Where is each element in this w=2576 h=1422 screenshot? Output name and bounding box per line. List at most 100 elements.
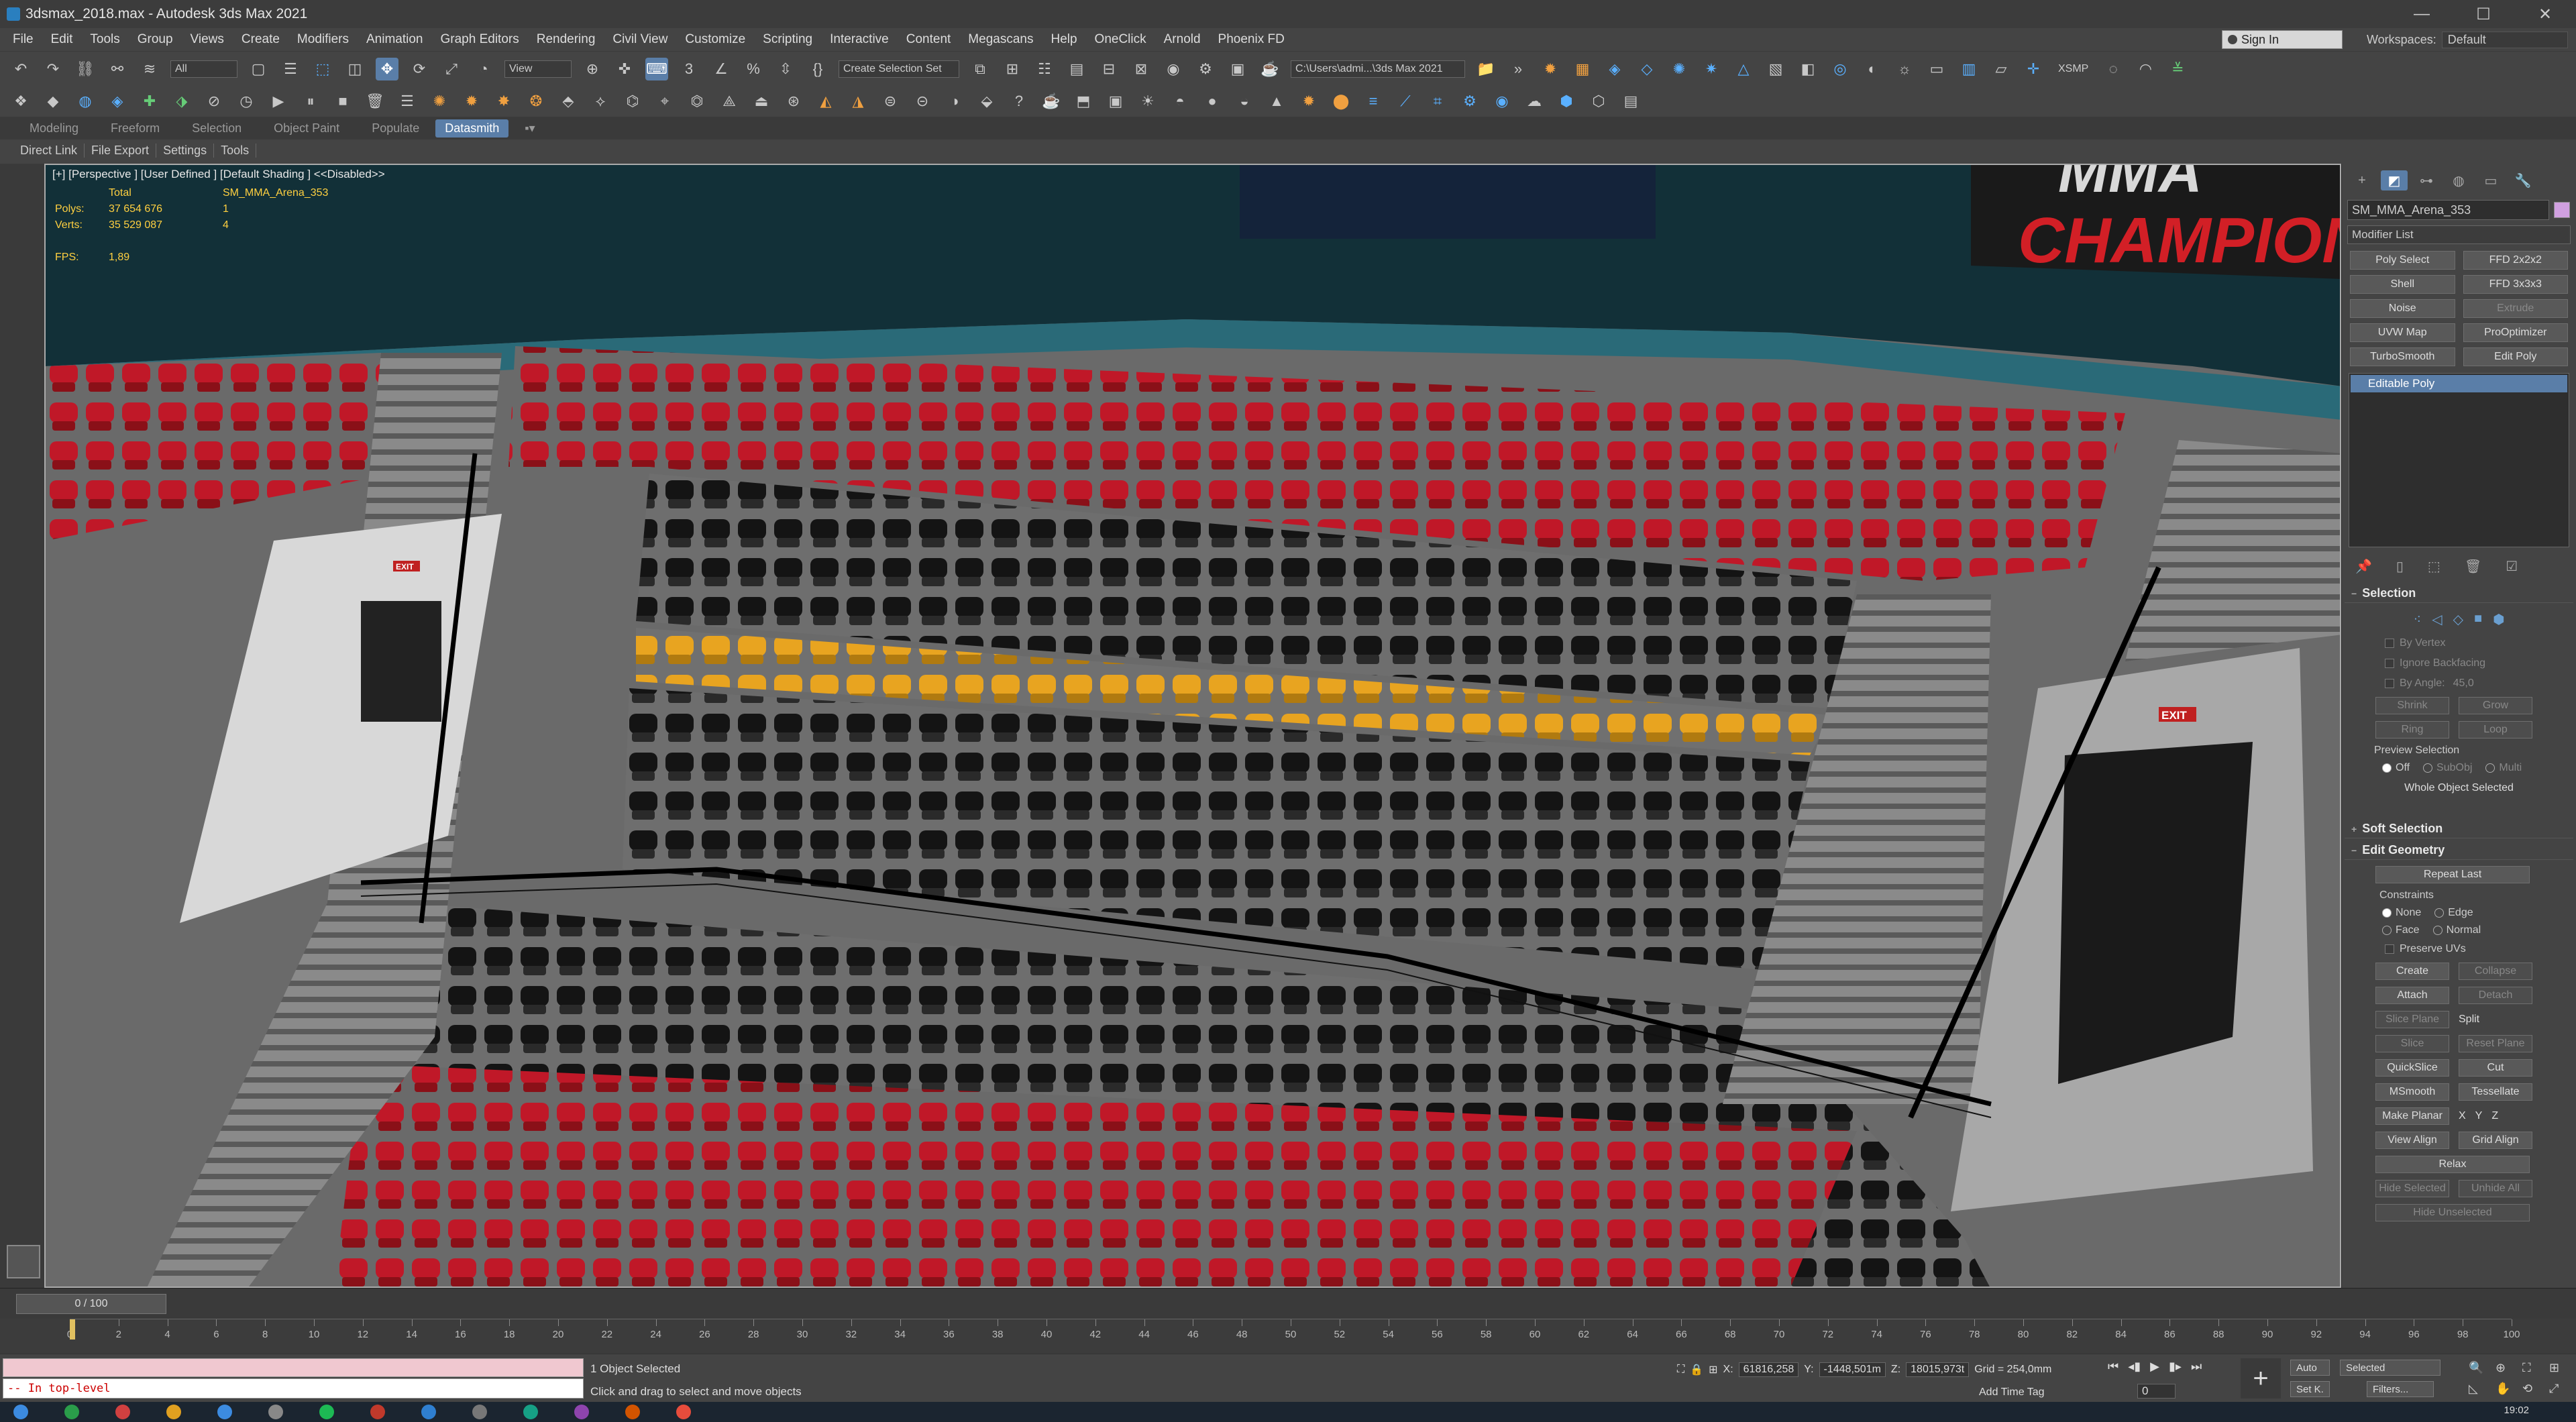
tool-c-icon[interactable]: ⌬ [621, 90, 644, 113]
mod-extrude-button[interactable]: Extrude [2463, 299, 2568, 318]
select-by-name-icon[interactable]: ☰ [279, 58, 302, 80]
vray-plane-icon[interactable]: ⌗ [1426, 90, 1449, 113]
mod-prooptimizer-button[interactable]: ProOptimizer [2463, 323, 2568, 342]
vray-sphere-icon[interactable]: ● [1201, 90, 1224, 113]
fov-icon[interactable]: ◺ [2469, 1382, 2489, 1396]
list-icon[interactable]: ☰ [396, 90, 419, 113]
vray-fur-icon[interactable]: ≡ [1362, 90, 1385, 113]
tool-i-icon[interactable]: ◭ [814, 90, 837, 113]
isolate-icon[interactable]: ⛶ [1677, 1364, 1684, 1376]
z-coordinate[interactable]: 18015,973t [1906, 1362, 1970, 1377]
render-region-icon[interactable]: ▣ [1104, 90, 1127, 113]
by-angle-spinner[interactable]: 45,0 [2453, 677, 2474, 690]
snaps-toggle-icon[interactable]: 3 [678, 58, 700, 80]
rendered-frame-icon[interactable]: ▣ [1226, 58, 1249, 80]
play-animation-icon[interactable]: ▶ [2150, 1360, 2159, 1374]
motion-tab-icon[interactable]: ◍ [2445, 170, 2472, 190]
menu-phoenix-fd[interactable]: Phoenix FD [1210, 32, 1293, 47]
vray-light-icon[interactable]: ☀ [1136, 90, 1159, 113]
play-icon[interactable]: ▶ [267, 90, 290, 113]
vertex-icon[interactable]: ⁖ [2413, 611, 2421, 628]
sign-in-dropdown[interactable]: Sign In [2222, 30, 2343, 49]
xsmp-icon-1[interactable]: ◌ [2102, 58, 2125, 80]
phoenix-liquid-icon[interactable]: ◇ [1635, 58, 1658, 80]
constraint-none-radio[interactable]: None [2382, 907, 2421, 919]
phoenix-extra-icon[interactable]: ✛ [2022, 58, 2045, 80]
current-frame-marker[interactable] [70, 1319, 75, 1339]
y-coordinate[interactable]: -1448,501m [1819, 1362, 1886, 1377]
phoenix-light-icon[interactable]: ☼ [1893, 58, 1916, 80]
zoom-extents-all-icon[interactable]: ⊞ [2549, 1361, 2569, 1375]
hierarchy-tab-icon[interactable]: ⊶ [2413, 170, 2440, 190]
mod-poly-select-button[interactable]: Poly Select [2350, 251, 2455, 270]
menu-animation[interactable]: Animation [358, 32, 432, 47]
repeat-last-button[interactable]: Repeat Last [2375, 866, 2530, 883]
phoenix-simulator-icon[interactable]: ▧ [1764, 58, 1787, 80]
tool-a-icon[interactable]: ⬘ [557, 90, 580, 113]
ribbon-tab-freeform[interactable]: Freeform [95, 121, 176, 135]
go-to-end-icon[interactable]: ⏭ [2191, 1360, 2202, 1374]
vray-proxy-icon[interactable]: ⟋ [1394, 90, 1417, 113]
selection-filter-dropdown[interactable]: All [170, 60, 237, 78]
link-info-icon[interactable]: ⊘ [203, 90, 225, 113]
track-bar[interactable]: 0246810121416182022242628303234363840424… [0, 1319, 2576, 1354]
by-angle-row[interactable]: By Angle: 45,0 [2342, 673, 2576, 694]
edge-icon[interactable]: ◁ [2432, 611, 2442, 628]
tool-n-icon[interactable]: ⬙ [975, 90, 998, 113]
taskbar-app-icon[interactable] [115, 1405, 130, 1419]
phoenix-source-icon[interactable]: ✺ [1668, 58, 1690, 80]
remove-modifier-icon[interactable]: 🗑 [2465, 558, 2481, 575]
spinner-snap-icon[interactable]: ⇳ [774, 58, 797, 80]
phoenix-plane-icon[interactable]: ▱ [1990, 58, 2012, 80]
phoenix-tex-icon[interactable]: ◧ [1796, 58, 1819, 80]
scene-explorer-icon[interactable]: ❖ [9, 90, 32, 113]
slice-plane-button[interactable]: Slice Plane [2375, 1011, 2449, 1028]
mod-edit-poly-button[interactable]: Edit Poly [2463, 347, 2568, 366]
pan-icon[interactable]: ✋ [2496, 1382, 2516, 1396]
taskbar-app-icon[interactable] [268, 1405, 283, 1419]
taskbar-app-icon[interactable] [676, 1405, 691, 1419]
grow-button[interactable]: Grow [2459, 697, 2532, 714]
selected-dropdown[interactable]: Selected [2340, 1360, 2440, 1376]
pivot-center-icon[interactable]: ⊕ [581, 58, 604, 80]
mod-uvw-map-button[interactable]: UVW Map [2350, 323, 2455, 342]
ribbon-tab-populate[interactable]: Populate [356, 121, 435, 135]
previous-frame-icon[interactable]: ◂▮ [2128, 1360, 2141, 1374]
pause-icon[interactable]: ⏸ [299, 90, 322, 113]
undo-icon[interactable]: ↶ [9, 58, 32, 80]
set-key-button[interactable]: Set K. [2290, 1381, 2330, 1397]
more-tools-icon[interactable]: » [1507, 58, 1529, 80]
phoenix-cam-icon[interactable]: ▭ [1925, 58, 1948, 80]
grid-align-button[interactable]: Grid Align [2459, 1132, 2532, 1149]
menu-interactive[interactable]: Interactive [821, 32, 898, 47]
create-button[interactable]: Create [2375, 963, 2449, 980]
material-editor-icon[interactable]: ◉ [1162, 58, 1185, 80]
tool-g-icon[interactable]: ⏏ [750, 90, 773, 113]
tool-l-icon[interactable]: ⊝ [911, 90, 934, 113]
vray-toolbar-icon[interactable]: ✹ [1539, 58, 1562, 80]
preserve-uvs-row[interactable]: Preserve UVs [2342, 939, 2576, 959]
render-teapot-icon[interactable]: ⬒ [1072, 90, 1095, 113]
ribbon-tab-object-paint[interactable]: Object Paint [258, 121, 356, 135]
zoom-all-icon[interactable]: ⊕ [2496, 1361, 2516, 1375]
project-path-dropdown[interactable]: C:\Users\admi...\3ds Max 2021 [1291, 60, 1465, 78]
mirror-icon[interactable]: ⧉ [969, 58, 991, 80]
menu-scripting[interactable]: Scripting [754, 32, 821, 47]
reference-coord-dropdown[interactable]: View [504, 60, 572, 78]
slice-button[interactable]: Slice [2375, 1035, 2449, 1052]
filters-button[interactable]: Filters... [2367, 1381, 2434, 1397]
collapse-button[interactable]: Collapse [2459, 963, 2532, 980]
preview-multi-radio[interactable]: Multi [2485, 762, 2522, 774]
object-name-field[interactable]: SM_MMA_Arena_353 [2347, 200, 2570, 220]
phoenix-render-icon[interactable]: ◎ [1829, 58, 1851, 80]
vray-env-icon[interactable]: ☁ [1523, 90, 1546, 113]
make-planar-button[interactable]: Make Planar [2375, 1107, 2449, 1125]
maximize-button[interactable]: ☐ [2453, 0, 2514, 28]
time-config-icon[interactable]: ◷ [235, 90, 258, 113]
selection-rollout-header[interactable]: − Selection [2345, 584, 2573, 603]
vray-sky-icon[interactable]: ⬤ [1330, 90, 1352, 113]
mod-turbosmooth-button[interactable]: TurboSmooth [2350, 347, 2455, 366]
menu-tools[interactable]: Tools [81, 32, 128, 47]
by-vertex-row[interactable]: By Vertex [2342, 633, 2576, 653]
tool-f-icon[interactable]: ⟁ [718, 90, 741, 113]
